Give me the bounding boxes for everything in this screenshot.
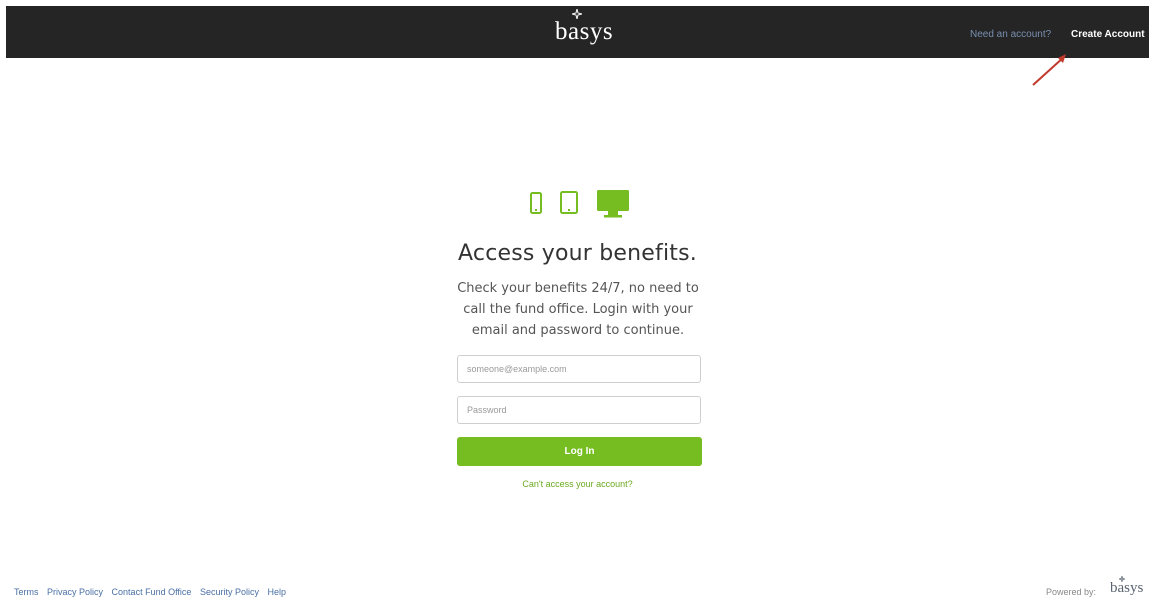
logo-star-icon (572, 9, 582, 19)
footer-link-privacy-policy[interactable]: Privacy Policy (47, 587, 103, 597)
footer-link-contact-fund-office[interactable]: Contact Fund Office (112, 587, 192, 597)
tablet-icon (560, 191, 578, 214)
footer-link-security-policy[interactable]: Security Policy (200, 587, 259, 597)
powered-logo-text: basys (1110, 580, 1144, 596)
email-field[interactable] (457, 355, 701, 383)
desktop-icon (597, 190, 629, 218)
page-description: Check your benefits 24/7, no need to cal… (457, 281, 699, 338)
basys-logo[interactable]: basys (555, 9, 614, 47)
logo-text: basys (555, 18, 614, 45)
login-button[interactable]: Log In (457, 437, 702, 466)
device-icons (530, 190, 629, 218)
footer-link-terms[interactable]: Terms (14, 587, 39, 597)
page-title: Access your benefits. (458, 241, 697, 266)
top-navbar: basys Need an account? Create Account (6, 6, 1149, 58)
footer-links: Terms Privacy Policy Contact Fund Office… (14, 587, 292, 597)
password-field[interactable] (457, 396, 701, 424)
create-account-link[interactable]: Create Account (1071, 29, 1145, 40)
powered-logo-star-icon (1119, 576, 1125, 582)
cant-access-account-link[interactable]: Can't access your account? (0, 479, 1155, 489)
footer-link-help[interactable]: Help (267, 587, 286, 597)
powered-by-logo: basys (1110, 576, 1144, 597)
need-account-text: Need an account? (970, 29, 1052, 40)
mobile-icon (530, 192, 542, 214)
annotation-arrow-icon (1032, 54, 1066, 86)
powered-by-label: Powered by: (1046, 587, 1097, 597)
